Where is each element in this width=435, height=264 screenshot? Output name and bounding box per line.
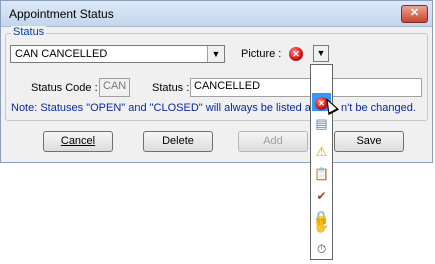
status-code-label: Status Code : (31, 82, 98, 94)
error-icon: ✕ (289, 47, 303, 61)
chevron-down-icon[interactable]: ▼ (207, 46, 224, 62)
hand-icon[interactable]: ✋ (312, 217, 331, 235)
disk-icon[interactable]: ▤ (312, 115, 331, 133)
picture-dropdown-list: ✕ ▤ ⚠ 📋 ✔ 🔒 ✋ ⏱ (310, 64, 333, 260)
status-combo-value: CAN CANCELLED (15, 48, 108, 60)
warning-icon[interactable]: ⚠ (312, 143, 331, 161)
save-button-label: Save (356, 135, 382, 147)
picture-label: Picture : (241, 48, 282, 60)
status-code-value: CAN (103, 80, 127, 92)
status-field[interactable]: CANCELLED (190, 78, 422, 97)
clipboard-icon[interactable]: 📋 (312, 165, 331, 183)
delete-button-label: Delete (162, 135, 194, 147)
picture-dropdown-button[interactable]: ▼ (313, 45, 329, 62)
status-code-field[interactable]: CAN (99, 78, 130, 97)
delete-button[interactable]: Delete (143, 131, 213, 152)
note-text: Note: Statuses "OPEN" and "CLOSED" will … (11, 102, 416, 114)
status-combo[interactable]: CAN CANCELLED ▼ (10, 45, 225, 63)
save-button[interactable]: Save (334, 131, 404, 152)
cancel-button[interactable]: Cancel (43, 131, 113, 152)
clock-icon[interactable]: ⏱ (312, 240, 331, 258)
status-value: CANCELLED (194, 80, 261, 92)
status-group-label: Status (11, 26, 47, 38)
add-button-label: Add (263, 135, 283, 147)
status-label: Status : (152, 82, 190, 94)
cancel-button-label: Cancel (60, 135, 96, 147)
add-button[interactable]: Add (238, 131, 308, 152)
note-text-right: n't be changed. (341, 102, 416, 114)
close-icon: ✕ (409, 7, 420, 19)
window-title: Appointment Status (9, 7, 114, 21)
title-bar[interactable]: Appointment Status ✕ (1, 1, 432, 27)
close-button[interactable]: ✕ (401, 5, 428, 23)
note-text-left: Note: Statuses "OPEN" and "CLOSED" will … (11, 102, 318, 114)
chevron-down-icon: ▼ (316, 48, 326, 58)
clipboard-check-icon[interactable]: ✔ (312, 187, 331, 205)
